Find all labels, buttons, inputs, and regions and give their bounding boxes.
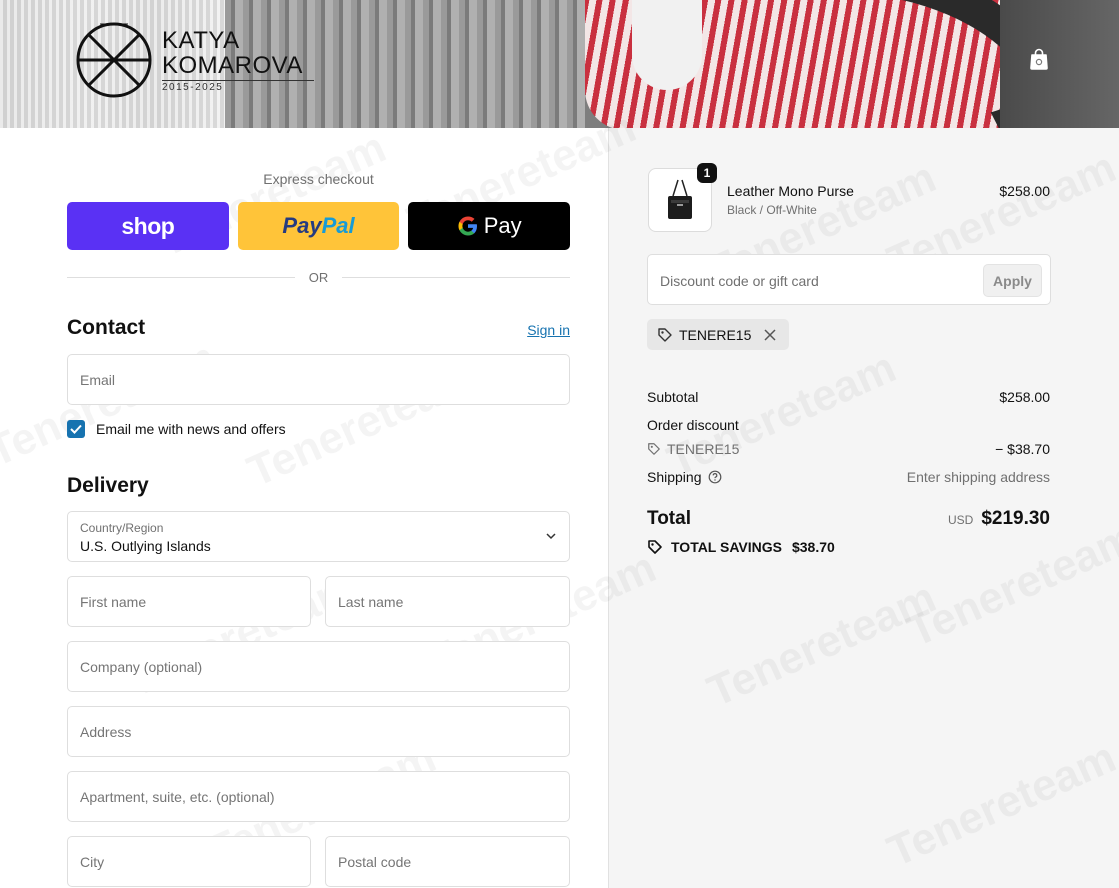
shipping-row-label: Shipping	[647, 469, 722, 485]
express-checkout-buttons: shop Pay Pal Pay	[67, 202, 571, 250]
total-currency: USD	[947, 513, 974, 527]
postal-code-field[interactable]	[325, 836, 570, 887]
apartment-field[interactable]	[67, 771, 570, 822]
first-name-input[interactable]	[68, 577, 310, 626]
contact-title: Contact	[67, 316, 146, 339]
tag-icon	[658, 327, 672, 342]
last-name-field[interactable]	[325, 576, 570, 627]
apartment-input[interactable]	[68, 772, 569, 821]
paypal-button[interactable]: Pay Pal	[237, 202, 400, 250]
shopping-bag-icon	[1030, 48, 1048, 70]
question-circle-icon[interactable]	[708, 470, 722, 484]
email-field[interactable]	[67, 354, 570, 405]
google-g-icon	[458, 216, 477, 236]
city-field[interactable]	[67, 836, 311, 887]
newsletter-label: Email me with news and offers	[96, 421, 286, 437]
shipping-label: Shipping	[647, 469, 702, 485]
product-name: Leather Mono Purse	[727, 183, 854, 199]
brand-years: 2015-2025	[162, 79, 314, 93]
brand-name-line1: KATYA	[162, 26, 240, 54]
country-label: Country/Region	[80, 521, 164, 535]
quantity-badge: 1	[697, 163, 717, 183]
applied-discount-tag: TENERE15	[647, 319, 790, 350]
order-discount-label: Order discount	[647, 417, 739, 433]
chevron-down-icon	[546, 533, 556, 540]
total-savings: TOTAL SAVINGS $38.70	[647, 539, 835, 555]
brand-logo[interactable]: KATYA KOMAROVA 2015-2025	[76, 22, 314, 98]
company-input[interactable]	[68, 642, 569, 691]
total-label: Total	[647, 508, 691, 529]
or-label: OR	[308, 270, 329, 285]
last-name-input[interactable]	[326, 577, 569, 626]
postal-code-input[interactable]	[326, 837, 569, 886]
tag-icon	[648, 540, 662, 554]
newsletter-checkbox[interactable]	[67, 420, 85, 438]
product-price: $258.00	[999, 183, 1050, 199]
country-select[interactable]: Country/Region U.S. Outlying Islands	[67, 511, 570, 562]
shipping-value: Enter shipping address	[906, 469, 1050, 485]
shop-pay-label: shop	[121, 212, 175, 239]
newsletter-option[interactable]: Email me with news and offers	[67, 420, 286, 438]
applied-discount-code: TENERE15	[679, 326, 752, 343]
brand-logo-text: KATYA KOMAROVA 2015-2025	[162, 28, 314, 93]
total-value-group: USD $219.30	[948, 508, 1050, 530]
paypal-label-part1: Pay	[282, 213, 322, 238]
close-icon[interactable]	[763, 328, 777, 342]
delivery-title: Delivery	[67, 474, 149, 497]
brand-name-line2: KOMAROVA	[162, 51, 303, 79]
total-amount: $219.30	[981, 508, 1050, 529]
purse-image	[668, 179, 692, 219]
first-name-field[interactable]	[67, 576, 311, 627]
express-checkout-label: Express checkout	[263, 171, 374, 187]
order-discount-value: − $38.70	[995, 441, 1050, 457]
header-banner: KATYA KOMAROVA 2015-2025	[0, 0, 1119, 128]
subtotal-label: Subtotal	[647, 389, 699, 405]
banner-photo-detail	[632, 0, 702, 90]
sign-in-link[interactable]: Sign in	[527, 322, 570, 338]
total-savings-label: TOTAL SAVINGS	[671, 539, 782, 555]
banner-photo-coat	[1000, 0, 1119, 128]
address-field[interactable]	[67, 706, 570, 757]
discount-code-placeholder: Discount code or gift card	[660, 273, 819, 289]
company-field[interactable]	[67, 641, 570, 692]
or-divider: OR	[67, 268, 570, 288]
google-pay-label: Pay	[483, 213, 522, 238]
subtotal-value: $258.00	[999, 389, 1050, 405]
country-value: U.S. Outlying Islands	[80, 538, 211, 554]
tag-icon	[648, 443, 660, 455]
email-input[interactable]	[68, 355, 569, 404]
total-savings-value: $38.70	[791, 539, 835, 555]
shop-pay-button[interactable]: shop	[67, 202, 229, 250]
cart-button[interactable]	[1026, 46, 1052, 72]
city-input[interactable]	[68, 837, 310, 886]
apply-discount-button[interactable]: Apply	[983, 264, 1042, 297]
google-pay-button[interactable]: Pay	[408, 202, 571, 250]
check-icon	[70, 424, 82, 434]
address-input[interactable]	[68, 707, 569, 756]
discount-code-field[interactable]: Discount code or gift card Apply	[647, 254, 1051, 305]
order-discount-code: TENERE15	[667, 441, 740, 457]
product-variant: Black / Off-White	[727, 203, 817, 217]
order-discount-code-row: TENERE15	[647, 441, 739, 457]
brand-logo-icon	[76, 22, 152, 98]
paypal-label-part2: Pal	[321, 213, 355, 238]
